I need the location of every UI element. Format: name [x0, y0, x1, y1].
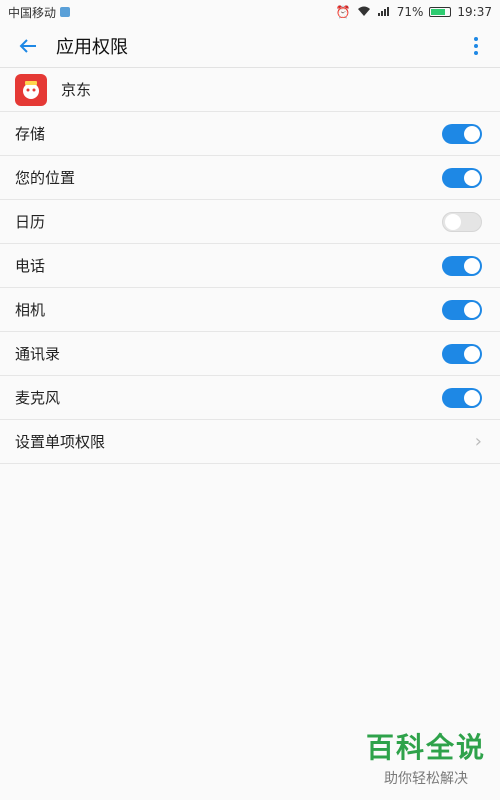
- permission-row-microphone[interactable]: 麦克风: [0, 376, 500, 420]
- permission-row-calendar[interactable]: 日历: [0, 200, 500, 244]
- more-options-button[interactable]: [464, 30, 488, 62]
- watermark-title: 百科全说: [365, 731, 486, 764]
- permission-row-storage[interactable]: 存储: [0, 112, 500, 156]
- jd-app-icon: [15, 73, 47, 106]
- carrier-label: 中国移动: [8, 5, 57, 20]
- app-name: 京东: [61, 81, 92, 99]
- permission-row-phone[interactable]: 电话: [0, 244, 500, 288]
- permission-label: 日历: [15, 213, 46, 231]
- back-arrow-icon: [19, 38, 36, 53]
- chevron-right-icon: ›: [474, 431, 482, 452]
- permission-toggle[interactable]: [442, 211, 482, 232]
- clock: 19:37: [457, 5, 492, 19]
- single-permission-settings-row[interactable]: 设置单项权限 ›: [0, 420, 500, 464]
- alarm-icon: ⏰: [335, 5, 351, 19]
- watermark: 百科全说 助你轻松解决: [366, 726, 486, 788]
- permission-label: 电话: [15, 257, 46, 275]
- app-bar: 应用权限: [0, 24, 500, 68]
- single-permission-label: 设置单项权限: [15, 433, 106, 451]
- permission-toggle[interactable]: [442, 299, 482, 320]
- battery-icon: [429, 7, 452, 17]
- status-bar: 中国移动 ⏰ 71% 19:37: [0, 0, 500, 24]
- permission-toggle[interactable]: [442, 167, 482, 188]
- permission-row-location[interactable]: 您的位置: [0, 156, 500, 200]
- wifi-icon: [357, 5, 371, 20]
- permissions-list: 存储 您的位置 日历 电话 相机 通讯录 麦克风 设置单项权限 ›: [0, 112, 500, 464]
- permission-label: 存储: [15, 125, 46, 143]
- permission-label: 您的位置: [15, 169, 76, 187]
- signal-icon: [377, 5, 391, 20]
- back-button[interactable]: [12, 30, 44, 62]
- permission-toggle[interactable]: [442, 343, 482, 364]
- more-vert-icon: [474, 36, 478, 55]
- app-info-row: 京东: [0, 68, 500, 112]
- permission-toggle[interactable]: [442, 123, 482, 144]
- permission-row-contacts[interactable]: 通讯录: [0, 332, 500, 376]
- status-left: 中国移动: [8, 4, 71, 21]
- permission-toggle[interactable]: [442, 255, 482, 276]
- carrier-badge-icon: [60, 7, 71, 17]
- watermark-subtitle: 助你轻松解决: [383, 771, 468, 787]
- permission-label: 相机: [15, 301, 46, 319]
- permission-label: 通讯录: [15, 345, 61, 363]
- page-title: 应用权限: [56, 36, 128, 58]
- permission-label: 麦克风: [15, 389, 61, 407]
- status-right: ⏰ 71% 19:37: [336, 5, 492, 20]
- battery-percent: 71%: [396, 5, 424, 19]
- jd-dog-icon: [23, 80, 39, 99]
- permission-row-camera[interactable]: 相机: [0, 288, 500, 332]
- permission-toggle[interactable]: [442, 387, 482, 408]
